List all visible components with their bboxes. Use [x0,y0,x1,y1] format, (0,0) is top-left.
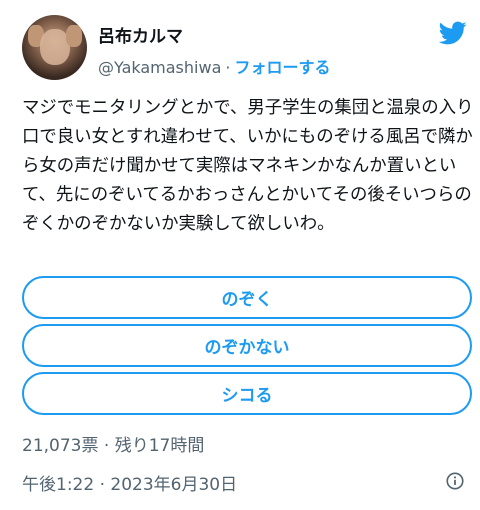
poll-option-shikoru[interactable]: シコる [22,372,472,415]
tweet-timestamp[interactable]: 午後1:22 · 2023年6月30日 [22,470,237,495]
avatar-hand-right [66,25,82,47]
poll-option-nozoku[interactable]: のぞく [22,276,472,319]
info-icon[interactable] [446,472,464,490]
separator-dot: · [225,58,231,77]
tweet-card: 呂布カルマ @Yakamashiwa · フォローする マジでモニタリングとかで、男… [0,0,480,510]
poll-meta: 21,073票 · 残り17時間 [22,436,205,456]
poll-option-nozokanai[interactable]: のぞかない [22,324,472,367]
tweet-text: マジでモニタリングとかで、男子学生の集団と温泉の入り口で良い女とすれ違わせて、い… [22,98,474,234]
handle-row: @Yakamashiwa · フォローする [98,54,330,78]
follow-button[interactable]: フォローする [234,58,330,77]
display-name[interactable]: 呂布カルマ [98,22,183,47]
twitter-bird-icon[interactable] [436,19,470,47]
user-handle[interactable]: @Yakamashiwa [98,58,221,77]
avatar[interactable] [22,15,87,80]
